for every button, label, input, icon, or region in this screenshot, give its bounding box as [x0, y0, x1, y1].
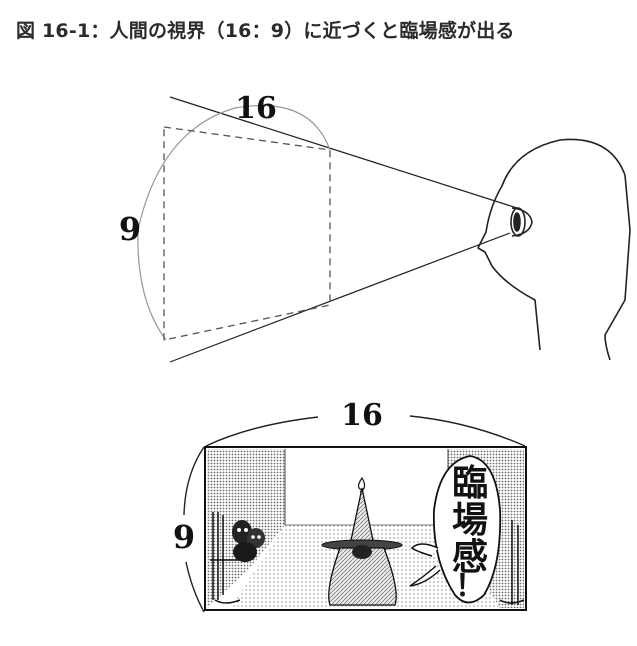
bubble-char-jou: 場 [451, 499, 488, 541]
width-label-16: 16 [235, 91, 277, 126]
widescreen-top-arc [205, 416, 319, 447]
height-label-9: 9 [173, 518, 195, 556]
field-of-view-arc [137, 104, 331, 341]
dashed-frame [163, 126, 331, 341]
height-label-9: 9 [119, 210, 141, 248]
bubble-char-rin: 臨 [451, 462, 488, 504]
figure-canvas: 16 9 16 9 [119, 91, 631, 613]
field-of-view-diagram: 16 9 [119, 91, 631, 363]
width-label-16: 16 [341, 398, 383, 433]
sight-line-lower [169, 232, 511, 363]
widescreen-left-arc [183, 446, 205, 516]
sight-line-upper [169, 96, 518, 209]
head-profile-illustration [477, 138, 631, 361]
bubble-char-exclaim: ！ [455, 569, 485, 604]
